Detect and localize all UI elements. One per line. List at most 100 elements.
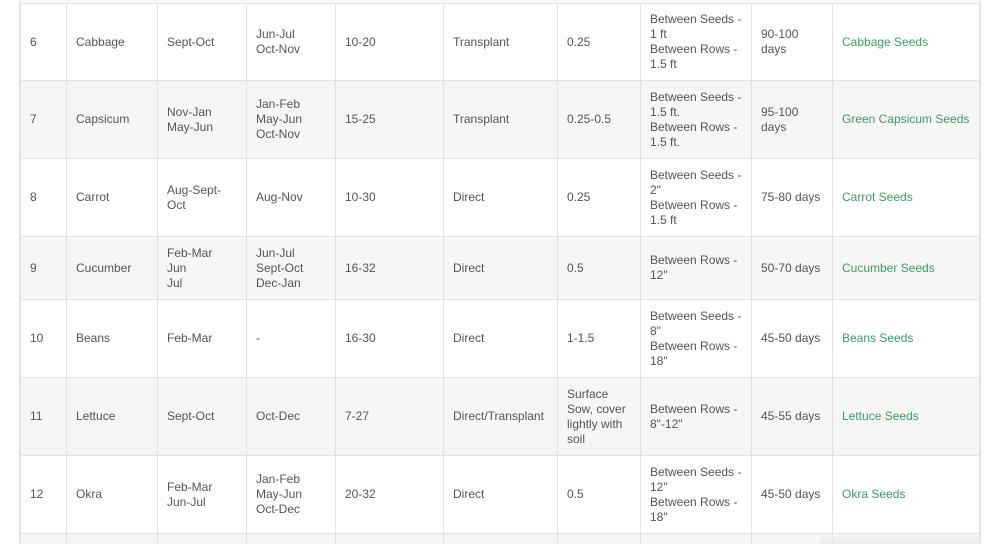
cell-spacing: Between Seeds -1 ft Between Rows -1.5 ft: [640, 3, 752, 81]
cell-temperature: 7-27: [335, 377, 444, 456]
cell-sowing-method: Direct: [443, 299, 558, 378]
seed-link[interactable]: Beans Seeds: [842, 331, 913, 345]
table-row: 6 Cabbage Sept-Oct Jun-Jul Oct-Nov 10-20 Trans…: [20, 3, 980, 81]
cell-spacing: Between Seeds -8" Between Rows -18": [640, 299, 752, 378]
cell-line: 90-100: [761, 27, 799, 41]
cell-line: 8"-12": [650, 416, 683, 431]
seed-link[interactable]: Okra Seeds: [842, 487, 905, 501]
cell-crop: Capsicum: [66, 80, 158, 159]
cell-line: Jun-Jul: [256, 245, 295, 260]
cell-line: 18": [650, 509, 668, 524]
cell-line: -: [256, 331, 260, 345]
seed-link[interactable]: Lettuce Seeds: [842, 409, 919, 423]
cell-sowing-depth: 0.5: [557, 455, 641, 534]
cell-transplanting-time: Jan-Feb May-Jun Oct-Nov: [246, 80, 336, 159]
cell-harvest: 90-100 days: [751, 3, 833, 81]
seed-link[interactable]: Cabbage Seeds: [842, 35, 928, 49]
cell-sowing-depth: 0.25: [557, 3, 641, 81]
cell-line: Oct-Dec: [256, 409, 301, 423]
cell-transplanting-time: Jun-Jul Oct-Nov: [246, 3, 336, 81]
cell-line: Feb-Mar: [167, 479, 213, 494]
cell-harvest: 45-55 days: [751, 377, 833, 456]
cell-temperature: 10-30: [335, 158, 444, 237]
cell-line: Surface: [567, 386, 609, 401]
cell-sowing-method: Direct: [443, 236, 558, 300]
cell-number: 8: [20, 158, 67, 237]
cell-line: Jan-Feb: [256, 97, 301, 111]
crop-table: 6 Cabbage Sept-Oct Jun-Jul Oct-Nov 10-20 Trans…: [20, 3, 980, 544]
cell-transplanting-time: Jun-Jul Sept-Oct Dec-Jan: [246, 236, 336, 300]
cell-transplanting-time: Jan-Feb May-Jun Oct-Dec: [246, 455, 336, 534]
cell-transplanting-time: -: [246, 299, 336, 378]
cell-line: Jun-Jul: [167, 494, 206, 509]
cell-line: May-Jun: [167, 119, 214, 134]
cell-temperature: 10-20: [335, 3, 444, 81]
cell-spacing: Between Seeds -12" Between Rows -18": [640, 455, 752, 534]
cell-line: days: [761, 42, 787, 56]
table-row: 10 Beans Feb-Mar -16-30 Direct 1-1.5 Between S…: [20, 299, 980, 378]
cell-spacing: Between Seeds -1.5 ft. Between Rows -1.5 …: [640, 80, 752, 159]
table-row: 12 Okra Feb-Mar Jun-Jul Jan-Feb May-Jun Oct-De…: [20, 455, 980, 534]
cell-crop: Beans: [66, 299, 158, 378]
cell-crop: Okra: [66, 455, 158, 534]
cell-empty: [335, 533, 444, 544]
cell-seed-link: Lettuce Seeds: [832, 377, 980, 456]
cell-number: 9: [20, 236, 67, 300]
cell-line: 95-100: [761, 104, 799, 119]
cell-line: lightly with: [567, 416, 623, 431]
cell-line: 1.5 ft: [650, 57, 677, 71]
cell-line: Oct: [167, 197, 186, 212]
cell-empty: [20, 533, 67, 544]
cell-crop: Cucumber: [66, 236, 158, 300]
cell-empty: [66, 533, 158, 544]
cell-line: Oct-Dec: [256, 502, 301, 516]
cell-line: Between Seeds -: [650, 12, 742, 26]
corner-shadow: [820, 534, 980, 544]
cell-line: Dec-Jan: [256, 275, 301, 290]
cell-sowing-depth: 0.25-0.5: [557, 80, 641, 159]
cell-temperature: 15-25: [335, 80, 444, 159]
cell-line: Between Rows -: [650, 253, 738, 267]
cell-sowing-time: Sept-Oct: [157, 377, 247, 456]
cell-line: May-Jun: [256, 487, 303, 501]
cell-seed-link: Green Capsicum Seeds: [832, 80, 980, 159]
cell-empty: [557, 533, 641, 544]
cell-harvest: 45-50 days: [751, 455, 833, 534]
cell-spacing: Between Rows -12": [640, 236, 752, 300]
cell-line: Between Rows -: [650, 338, 738, 353]
cell-line: Between Rows -: [650, 197, 738, 212]
seed-link[interactable]: Carrot Seeds: [842, 190, 913, 204]
cell-number: 11: [20, 377, 67, 456]
cell-number: 7: [20, 80, 67, 159]
cell-line: Sept-Oct: [256, 260, 304, 275]
cell-line: 2": [650, 182, 661, 197]
cell-seed-link: Okra Seeds: [832, 455, 980, 534]
cell-line: Aug-Sept-: [167, 182, 222, 197]
cell-temperature: 16-32: [335, 236, 444, 300]
cell-harvest: 95-100 days: [751, 80, 833, 159]
cell-sowing-depth: 1-1.5: [557, 299, 641, 378]
cell-seed-link: Carrot Seeds: [832, 158, 980, 237]
cell-line: Aug-Nov: [256, 190, 303, 204]
cell-line: Jun: [167, 260, 187, 275]
cell-number: 12: [20, 455, 67, 534]
cell-line: 50-70 days: [761, 260, 821, 275]
seed-link[interactable]: Green Capsicum Seeds: [842, 112, 969, 126]
cell-sowing-method: Transplant: [443, 80, 558, 159]
cell-line: 12": [650, 268, 668, 282]
cell-line: 1.5 ft.: [650, 134, 681, 149]
cell-harvest: 50-70 days: [751, 236, 833, 300]
crop-table-container: 6 Cabbage Sept-Oct Jun-Jul Oct-Nov 10-20 Trans…: [19, 0, 981, 544]
cell-line: Jul: [167, 275, 183, 290]
cell-line: Sept-Oct: [167, 34, 215, 49]
cell-line: 8": [650, 323, 661, 338]
cell-empty: [157, 533, 247, 544]
cell-crop: Cabbage: [66, 3, 158, 81]
seed-link[interactable]: Cucumber Seeds: [842, 261, 935, 275]
cell-line: soil: [567, 431, 586, 446]
cell-sowing-time: Feb-Mar: [157, 299, 247, 378]
cell-line: Between Rows -: [650, 494, 738, 509]
table-row: 8 Carrot Aug-Sept- Oct Aug-Nov 10-30 Direct 0.2…: [20, 158, 980, 237]
cell-harvest: 75-80 days: [751, 158, 833, 237]
cell-line: Jun-Jul: [256, 27, 295, 41]
